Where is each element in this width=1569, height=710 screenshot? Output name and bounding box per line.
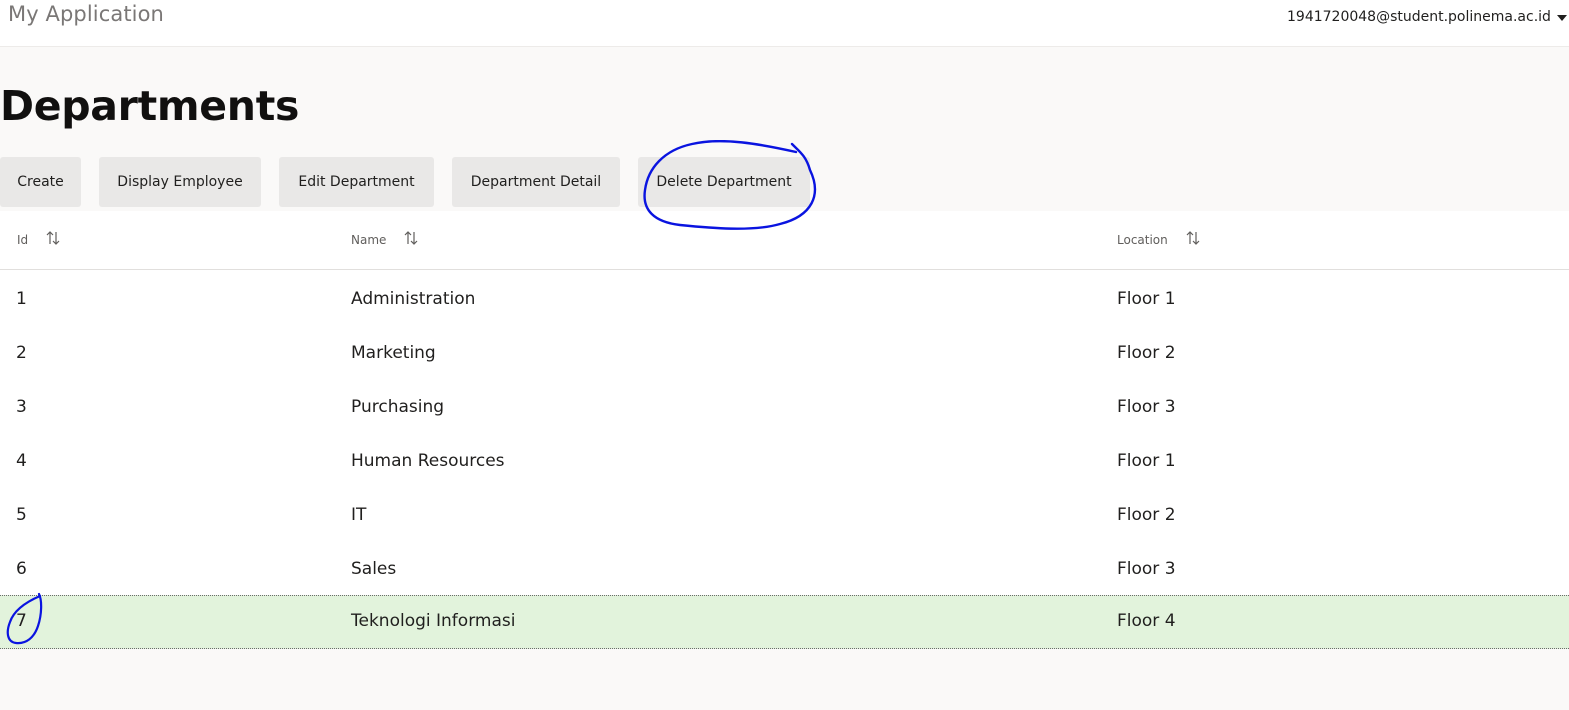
cell-location: Floor 2: [1117, 505, 1176, 525]
cell-id: 7: [16, 611, 27, 631]
cell-id: 4: [16, 451, 27, 471]
app-title[interactable]: My Application: [8, 2, 164, 26]
cell-id: 5: [16, 505, 27, 525]
cell-name: Teknologi Informasi: [351, 611, 516, 631]
cell-location: Floor 1: [1117, 451, 1176, 471]
departments-table: Id Name Location 1 Administration Floor …: [0, 211, 1569, 649]
delete-department-button[interactable]: Delete Department: [638, 157, 810, 207]
table-row[interactable]: 6 Sales Floor 3: [0, 543, 1569, 597]
cell-name: Human Resources: [351, 451, 505, 471]
cell-id: 6: [16, 559, 27, 579]
user-email[interactable]: 1941720048@student.polinema.ac.id: [1287, 9, 1551, 25]
cell-id: 2: [16, 343, 27, 363]
cell-name: Purchasing: [351, 397, 445, 417]
cell-location: Floor 4: [1117, 611, 1176, 631]
cell-location: Floor 2: [1117, 343, 1176, 363]
sort-arrows-icon[interactable]: [1186, 230, 1200, 246]
table-header: Id Name Location: [0, 211, 1569, 270]
create-button[interactable]: Create: [0, 157, 81, 207]
cell-location: Floor 3: [1117, 397, 1176, 417]
cell-id: 3: [16, 397, 27, 417]
table-row[interactable]: 3 Purchasing Floor 3: [0, 381, 1569, 435]
cell-name: IT: [351, 505, 367, 525]
column-header-id[interactable]: Id: [17, 233, 28, 247]
table-row[interactable]: 2 Marketing Floor 2: [0, 327, 1569, 381]
table-row[interactable]: 4 Human Resources Floor 1: [0, 435, 1569, 489]
cell-name: Sales: [351, 559, 397, 579]
caret-down-icon[interactable]: [1557, 15, 1567, 21]
page-title: Departments: [0, 82, 300, 130]
cell-name: Administration: [351, 289, 476, 309]
table-row-selected[interactable]: 7 Teknologi Informasi Floor 4: [0, 595, 1569, 649]
sort-arrows-icon[interactable]: [404, 230, 418, 246]
cell-name: Marketing: [351, 343, 436, 363]
cell-location: Floor 3: [1117, 559, 1176, 579]
cell-location: Floor 1: [1117, 289, 1176, 309]
table-row[interactable]: 1 Administration Floor 1: [0, 273, 1569, 327]
table-row[interactable]: 5 IT Floor 2: [0, 489, 1569, 543]
edit-department-button[interactable]: Edit Department: [279, 157, 434, 207]
column-header-name[interactable]: Name: [351, 233, 386, 247]
sort-arrows-icon[interactable]: [46, 230, 60, 246]
column-header-location[interactable]: Location: [1117, 233, 1168, 247]
top-bar: My Application 1941720048@student.poline…: [0, 0, 1569, 47]
cell-id: 1: [16, 289, 27, 309]
department-detail-button[interactable]: Department Detail: [452, 157, 620, 207]
display-employee-button[interactable]: Display Employee: [99, 157, 261, 207]
